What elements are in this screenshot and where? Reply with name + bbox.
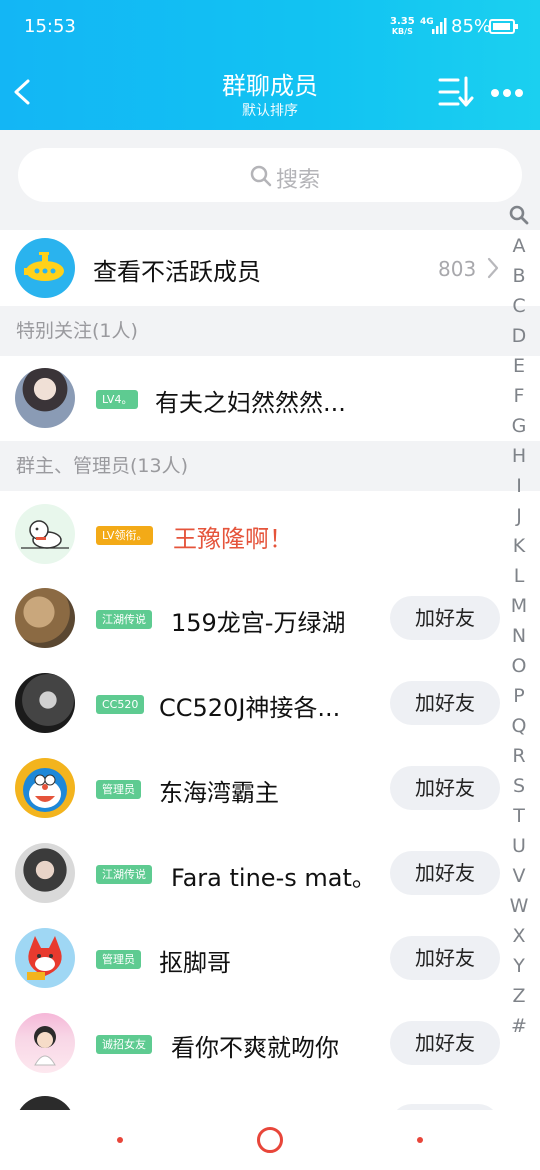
- add-friend-button[interactable]: 加好友: [390, 1021, 500, 1065]
- index-letter-o[interactable]: O: [504, 651, 534, 681]
- member-name: 抠脚哥: [159, 949, 231, 977]
- net-speed: 3.35 KB/S: [390, 17, 415, 37]
- alphabet-letters: A B C D E F G H I J K L M N O P Q R S T U V W X Y Z #: [504, 231, 534, 1041]
- index-letter-hash[interactable]: #: [504, 1011, 534, 1041]
- level-badge: 江湖传说: [96, 865, 152, 884]
- inactive-members-count: 803: [438, 257, 477, 281]
- level-badge: CC520: [96, 695, 145, 714]
- submarine-icon: [15, 238, 75, 298]
- index-letter-j[interactable]: J: [504, 501, 534, 531]
- section-header-special: 特别关注(1人): [0, 306, 540, 356]
- index-letter-b[interactable]: B: [504, 261, 534, 291]
- battery-icon: [489, 19, 518, 34]
- add-friend-button[interactable]: 加好友: [390, 596, 500, 640]
- index-letter-s[interactable]: S: [504, 771, 534, 801]
- search-input[interactable]: 搜索: [18, 148, 522, 202]
- sort-icon[interactable]: [438, 76, 474, 108]
- index-letter-p[interactable]: P: [504, 681, 534, 711]
- system-nav-bar: [0, 1110, 540, 1170]
- index-letter-w[interactable]: W: [504, 891, 534, 921]
- index-letter-v[interactable]: V: [504, 861, 534, 891]
- avatar: [15, 1096, 75, 1111]
- member-name: 东海湾霸主: [159, 779, 279, 807]
- member-name: Fara tine-s mat。: [171, 864, 376, 892]
- index-letter-i[interactable]: I: [504, 471, 534, 501]
- signal-icon: [432, 18, 447, 34]
- level-badge: 江湖传说: [96, 610, 152, 629]
- search-placeholder: 搜索: [276, 168, 321, 193]
- add-friend-button[interactable]: 加好友: [390, 851, 500, 895]
- member-name: 有夫之妇然然然...: [155, 389, 346, 417]
- nav-menu-dot[interactable]: [117, 1137, 123, 1143]
- index-letter-l[interactable]: L: [504, 561, 534, 591]
- level-badge: 诚招女友: [96, 1035, 152, 1054]
- member-name: CC520J神接各...: [159, 694, 341, 722]
- status-time: 15:53: [24, 16, 76, 37]
- list-item[interactable]: CC520 CC520J神接各... 加好友: [0, 661, 540, 746]
- list-item[interactable]: 管理员 东海湾霸主 加好友: [0, 746, 540, 831]
- chevron-right-icon: [487, 257, 499, 279]
- index-letter-t[interactable]: T: [504, 801, 534, 831]
- nav-home-button[interactable]: [257, 1127, 283, 1153]
- level-badge: 管理员: [96, 950, 141, 969]
- battery-percent: 85%: [451, 16, 492, 37]
- index-letter-z[interactable]: Z: [504, 981, 534, 1011]
- member-name: 看你不爽就吻你: [171, 1034, 339, 1062]
- avatar: [15, 673, 75, 733]
- level-badge: LV4。: [96, 390, 139, 409]
- alphabet-index[interactable]: A B C D E F G H I J K L M N O P Q R S T U V W X Y Z #: [504, 204, 534, 1041]
- list-item[interactable]: [0, 1086, 540, 1111]
- avatar: [15, 504, 75, 564]
- net-speed-unit: KB/S: [391, 27, 413, 36]
- list-item[interactable]: 江湖传说 159龙宫-万绿湖 加好友: [0, 576, 540, 661]
- index-letter-h[interactable]: H: [504, 441, 534, 471]
- header: 15:53 3.35 KB/S 4G 85% 群聊成员 默认排序: [0, 0, 540, 130]
- list-item[interactable]: 诚招女友 看你不爽就吻你 加好友: [0, 1001, 540, 1086]
- add-friend-button[interactable]: 加好友: [390, 681, 500, 725]
- section-header-admins: 群主、管理员(13人): [0, 441, 540, 491]
- list-item[interactable]: 管理员 抠脚哥 加好友: [0, 916, 540, 1001]
- avatar: [15, 1013, 75, 1073]
- index-letter-n[interactable]: N: [504, 621, 534, 651]
- list-item[interactable]: 江湖传说 Fara tine-s mat。 加好友: [0, 831, 540, 916]
- index-letter-m[interactable]: M: [504, 591, 534, 621]
- search-icon[interactable]: [509, 205, 529, 225]
- index-letter-f[interactable]: F: [504, 381, 534, 411]
- status-bar: 15:53 3.35 KB/S 4G 85%: [0, 0, 540, 56]
- list-item[interactable]: LV领衔。 王豫隆啊！: [0, 491, 540, 576]
- index-letter-u[interactable]: U: [504, 831, 534, 861]
- net-speed-value: 3.35: [390, 16, 415, 27]
- index-letter-y[interactable]: Y: [504, 951, 534, 981]
- inactive-members-label: 查看不活跃成员: [93, 258, 261, 286]
- avatar: [15, 928, 75, 988]
- nav-back-dot[interactable]: [417, 1137, 423, 1143]
- search-area: 搜索: [0, 130, 540, 230]
- index-letter-x[interactable]: X: [504, 921, 534, 951]
- index-letter-d[interactable]: D: [504, 321, 534, 351]
- avatar: [15, 368, 75, 428]
- add-friend-button[interactable]: 加好友: [390, 936, 500, 980]
- index-letter-e[interactable]: E: [504, 351, 534, 381]
- index-letter-q[interactable]: Q: [504, 711, 534, 741]
- member-name: 王豫隆啊！: [173, 525, 293, 553]
- member-list: LV领衔。 王豫隆啊！ 江湖传说 159龙宫-万绿湖 加好友 CC520 CC5…: [0, 491, 540, 1111]
- index-letter-c[interactable]: C: [504, 291, 534, 321]
- index-letter-g[interactable]: G: [504, 411, 534, 441]
- add-friend-button[interactable]: 加好友: [390, 766, 500, 810]
- index-letter-r[interactable]: R: [504, 741, 534, 771]
- avatar: [15, 843, 75, 903]
- more-dots-icon[interactable]: [490, 86, 524, 100]
- inactive-members-row[interactable]: 查看不活跃成员 803: [0, 230, 540, 306]
- avatar: [15, 588, 75, 648]
- avatar: [15, 758, 75, 818]
- index-letter-a[interactable]: A: [504, 231, 534, 261]
- level-badge: 管理员: [96, 780, 141, 799]
- member-name: 159龙宫-万绿湖: [171, 609, 346, 637]
- list-item[interactable]: LV4。 有夫之妇然然然...: [0, 356, 540, 441]
- search-icon: [250, 165, 272, 187]
- level-badge: LV领衔。: [96, 526, 154, 545]
- index-letter-k[interactable]: K: [504, 531, 534, 561]
